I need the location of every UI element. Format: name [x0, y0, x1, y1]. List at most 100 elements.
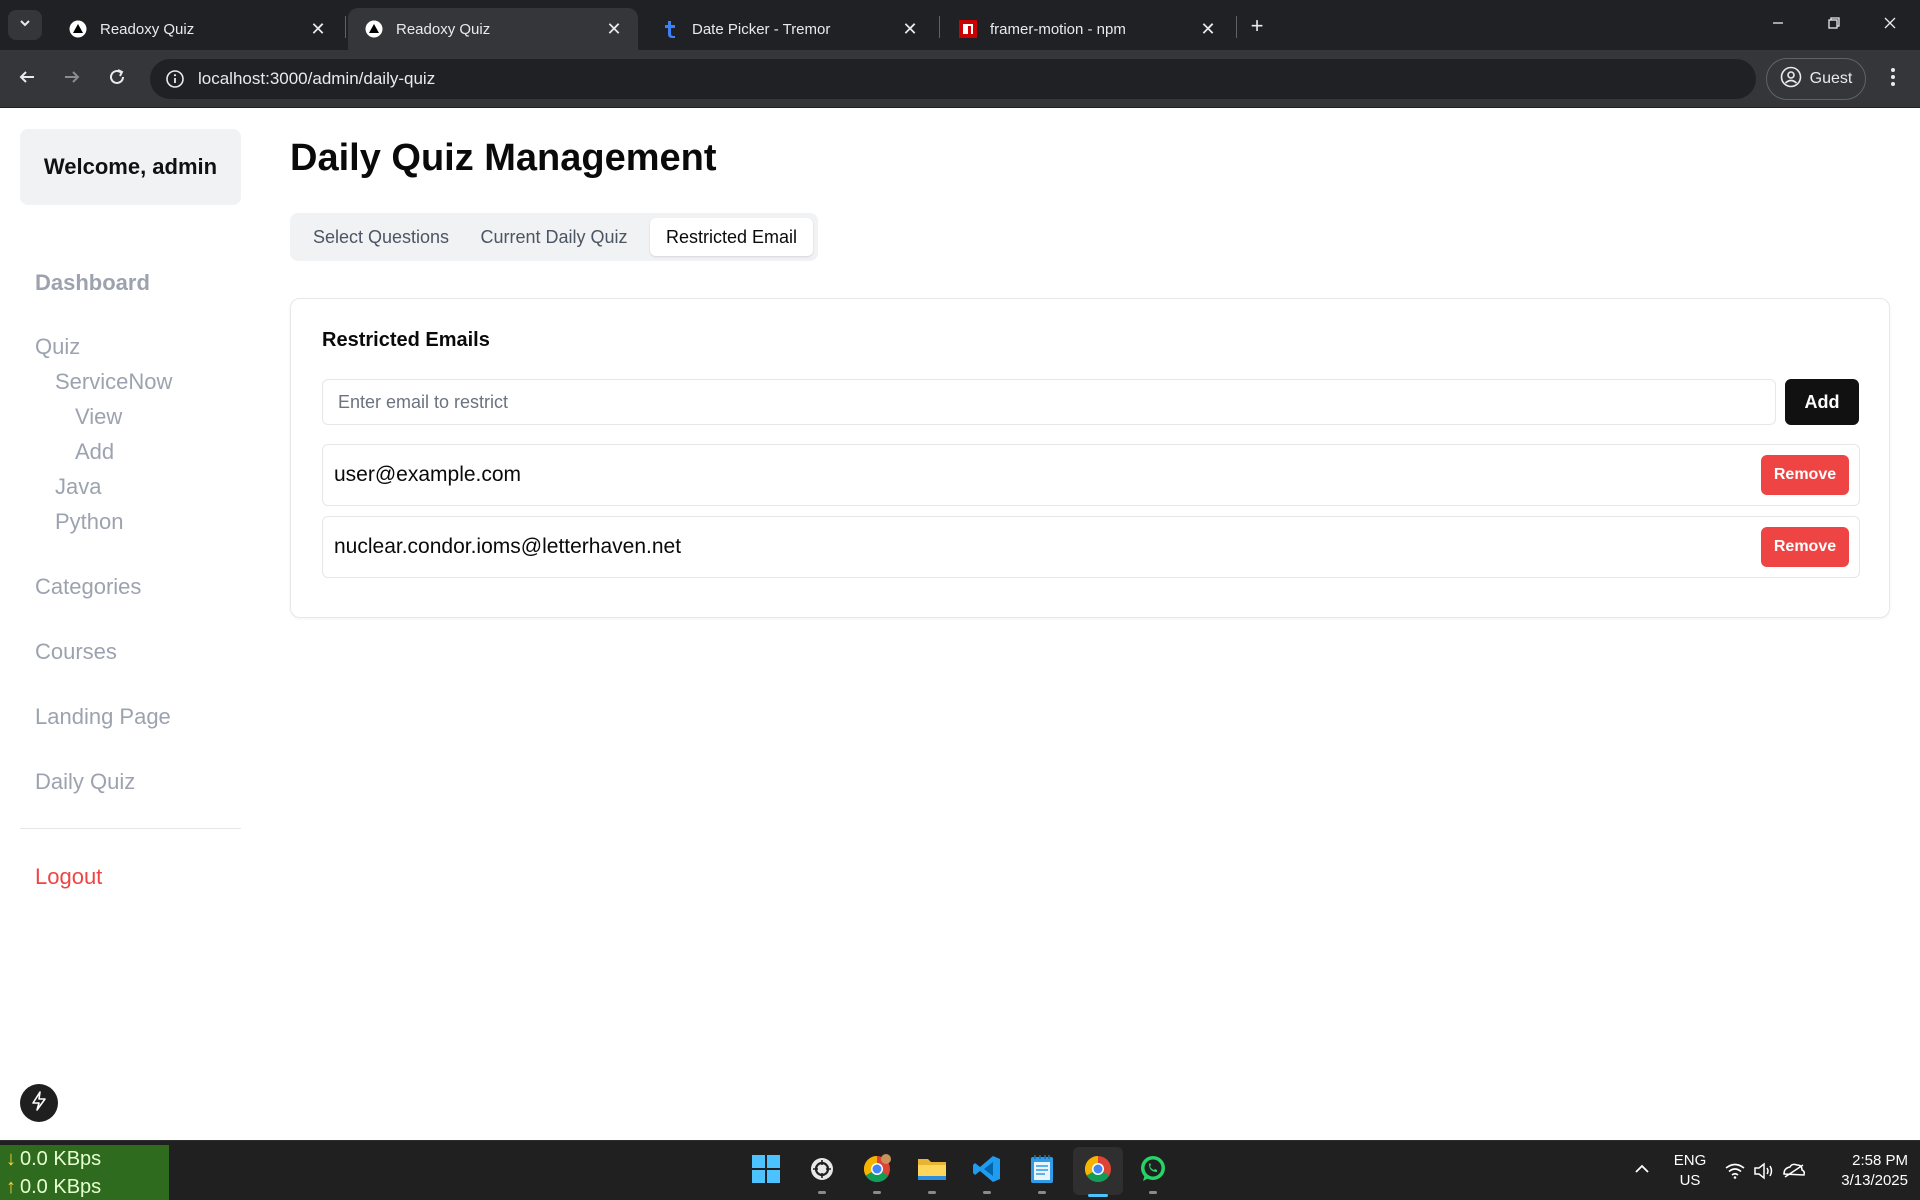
active-app-indicator: [1088, 1194, 1108, 1197]
minimize-button[interactable]: [1750, 0, 1806, 50]
restricted-emails-card: Restricted Emails Add user@example.com R…: [290, 298, 1890, 618]
forward-button[interactable]: [55, 62, 89, 96]
arrow-left-icon: [18, 68, 36, 91]
input-language-indicator[interactable]: ENG US: [1668, 1151, 1712, 1191]
profile-button[interactable]: Guest: [1766, 58, 1866, 100]
tab-list: Select Questions Current Daily Quiz Rest…: [290, 213, 818, 261]
restricted-email-row: user@example.com Remove: [322, 444, 1860, 506]
taskbar-chatgpt[interactable]: [802, 1151, 842, 1191]
sidebar-item-java[interactable]: Java: [55, 474, 101, 500]
close-window-button[interactable]: [1862, 0, 1918, 50]
tab-title: Date Picker - Tremor: [692, 20, 831, 38]
tab-separator: [345, 16, 346, 38]
dev-tools-button[interactable]: [20, 1084, 58, 1122]
running-indicator: [873, 1191, 881, 1194]
folder-icon: [916, 1155, 948, 1188]
taskbar-notepad[interactable]: [1022, 1151, 1062, 1191]
back-button[interactable]: [10, 62, 44, 96]
browser-tab-3[interactable]: Date Picker - Tremor ✕: [644, 8, 934, 50]
lightning-bolt-icon: [30, 1090, 48, 1116]
sidebar-item-servicenow[interactable]: ServiceNow: [55, 369, 172, 395]
download-speed: 0.0 KBps: [20, 1148, 102, 1170]
close-tab-icon[interactable]: ✕: [1198, 19, 1218, 39]
close-tab-icon[interactable]: ✕: [308, 19, 328, 39]
volume-icon[interactable]: [1752, 1159, 1776, 1183]
sidebar-item-quiz[interactable]: Quiz: [35, 334, 80, 360]
sidebar-item-landing-page[interactable]: Landing Page: [35, 704, 171, 730]
browser-tab-2[interactable]: Readoxy Quiz ✕: [348, 8, 638, 50]
taskbar-chrome[interactable]: [1078, 1151, 1118, 1191]
sidebar-divider: [20, 828, 241, 829]
running-indicator: [983, 1191, 991, 1194]
running-indicator: [1038, 1191, 1046, 1194]
sidebar-item-daily-quiz[interactable]: Daily Quiz: [35, 769, 135, 795]
running-indicator: [928, 1191, 936, 1194]
battery-icon[interactable]: [1782, 1159, 1806, 1183]
language-region: US: [1679, 1172, 1701, 1189]
email-address: nuclear.condor.ioms@letterhaven.net: [334, 535, 682, 558]
welcome-banner: Welcome, admin: [20, 129, 241, 205]
download-arrow-icon: ↓: [6, 1148, 16, 1170]
language-code: ENG: [1673, 1152, 1707, 1169]
sidebar-item-courses[interactable]: Courses: [35, 639, 117, 665]
running-indicator: [1149, 1191, 1157, 1194]
more-vertical-icon: [1890, 67, 1896, 92]
running-indicator: [818, 1191, 826, 1194]
vscode-icon: [972, 1154, 1002, 1189]
clock-time: 2:58 PM: [1852, 1152, 1908, 1169]
tremor-logo-icon: [660, 19, 680, 39]
npm-logo-icon: [958, 19, 978, 39]
site-info-icon[interactable]: [164, 68, 186, 90]
minimize-icon: [1771, 16, 1785, 35]
chevron-down-icon: [18, 16, 32, 35]
tab-restricted-email[interactable]: Restricted Email: [650, 218, 813, 256]
restricted-email-row: nuclear.condor.ioms@letterhaven.net Remo…: [322, 516, 1860, 578]
sidebar-item-view[interactable]: View: [75, 404, 122, 430]
show-hidden-icons-button[interactable]: [1628, 1155, 1656, 1187]
network-speed-widget: ↓ 0.0 KBps ↑ 0.0 KBps: [0, 1145, 169, 1200]
tab-separator: [939, 16, 940, 38]
windows-taskbar: ↓ 0.0 KBps ↑ 0.0 KBps ENG US 2:58 PM 3/1…: [0, 1140, 1920, 1200]
clock-date: 3/13/2025: [1841, 1172, 1908, 1189]
restore-button[interactable]: [1806, 0, 1862, 50]
taskbar-whatsapp[interactable]: [1133, 1151, 1173, 1191]
start-button[interactable]: [746, 1151, 786, 1191]
email-input[interactable]: [322, 379, 1776, 425]
tab-current-daily-quiz[interactable]: Current Daily Quiz: [466, 218, 642, 256]
wifi-icon[interactable]: [1723, 1159, 1747, 1183]
logout-button[interactable]: Logout: [35, 864, 102, 890]
tab-select-questions[interactable]: Select Questions: [296, 218, 466, 256]
tab-search-button[interactable]: [8, 10, 42, 40]
browser-tab-1[interactable]: Readoxy Quiz ✕: [52, 8, 342, 50]
page-title: Daily Quiz Management: [290, 137, 717, 179]
taskbar-file-explorer[interactable]: [912, 1151, 952, 1191]
address-bar[interactable]: localhost:3000/admin/daily-quiz: [150, 59, 1756, 99]
sidebar-item-categories[interactable]: Categories: [35, 574, 141, 600]
arrow-right-icon: [63, 68, 81, 91]
remove-email-button[interactable]: Remove: [1761, 527, 1849, 567]
remove-email-button[interactable]: Remove: [1761, 455, 1849, 495]
close-tab-icon[interactable]: ✕: [604, 19, 624, 39]
reload-icon: [108, 68, 126, 91]
new-tab-button[interactable]: +: [1243, 12, 1271, 40]
add-email-button[interactable]: Add: [1785, 379, 1859, 425]
profile-label: Guest: [1809, 70, 1853, 87]
browser-menu-button[interactable]: [1878, 62, 1908, 96]
notepad-icon: [1029, 1154, 1055, 1189]
page-content: Welcome, admin Dashboard Quiz ServiceNow…: [0, 109, 1920, 1140]
reload-button[interactable]: [100, 62, 134, 96]
upload-speed: 0.0 KBps: [20, 1176, 102, 1198]
readoxy-logo-icon: [68, 19, 88, 39]
sidebar-item-add[interactable]: Add: [75, 439, 114, 465]
taskbar-chrome-profile[interactable]: [857, 1151, 897, 1191]
taskbar-vscode[interactable]: [967, 1151, 1007, 1191]
browser-tab-strip: Readoxy Quiz ✕ Readoxy Quiz ✕ Date Picke…: [0, 0, 1920, 50]
system-clock[interactable]: 2:58 PM 3/13/2025: [1808, 1151, 1908, 1191]
chrome-icon: [862, 1153, 892, 1189]
tab-title: framer-motion - npm: [990, 20, 1126, 38]
chevron-up-icon: [1634, 1162, 1650, 1180]
close-tab-icon[interactable]: ✕: [900, 19, 920, 39]
browser-tab-4[interactable]: framer-motion - npm ✕: [942, 8, 1232, 50]
sidebar-item-dashboard[interactable]: Dashboard: [35, 270, 150, 296]
sidebar-item-python[interactable]: Python: [55, 509, 124, 535]
